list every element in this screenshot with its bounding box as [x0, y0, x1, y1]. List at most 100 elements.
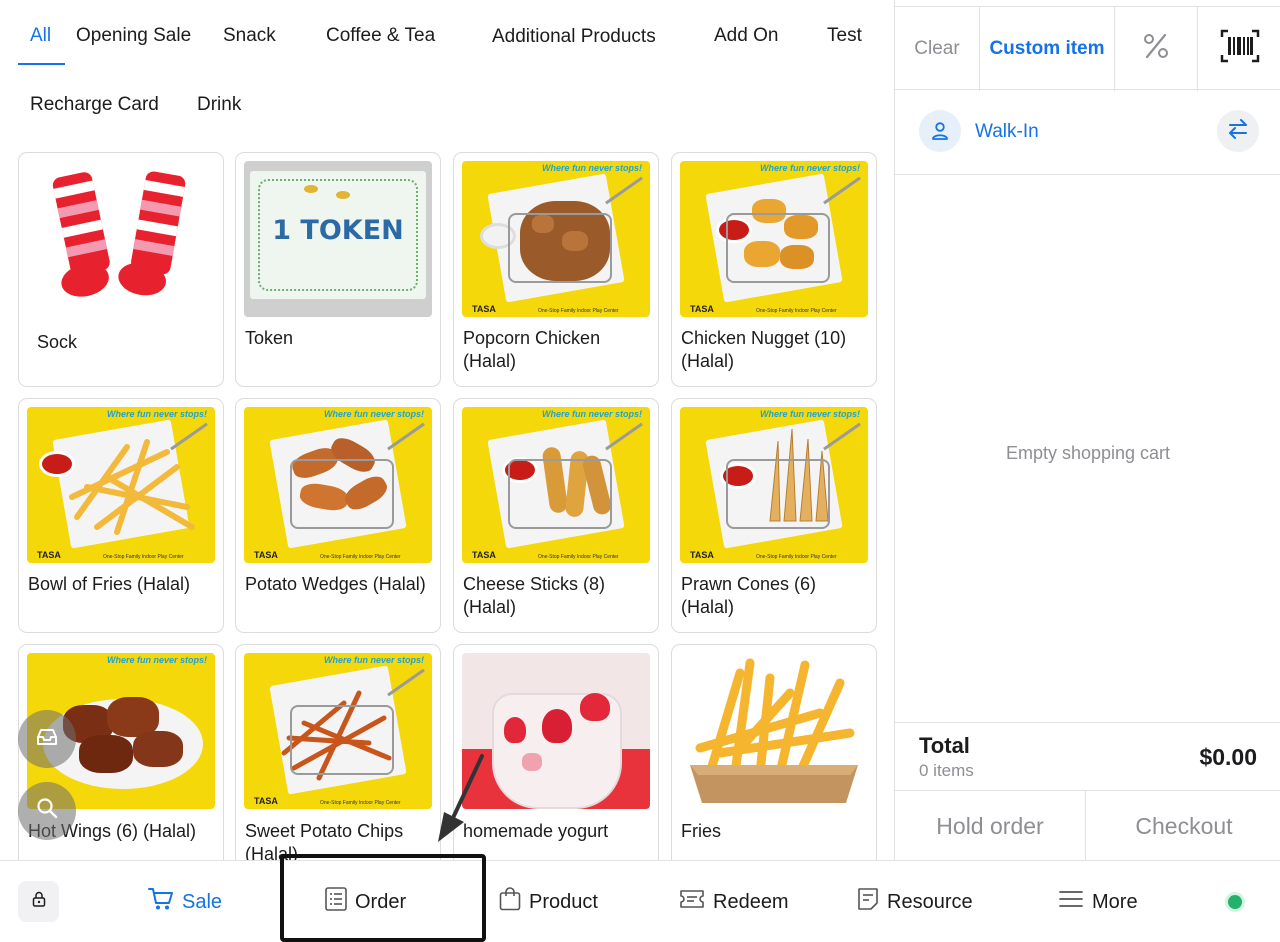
- token-image: 1 TOKEN: [244, 161, 432, 317]
- nav-order-label: Order: [355, 890, 407, 913]
- cart-total: Total 0 items $0.00: [895, 722, 1280, 790]
- image-fine-print: One-Stop Family Indoor Play Center: [756, 554, 837, 560]
- product-name: Potato Wedges (Halal): [245, 574, 426, 594]
- tab-additional-products[interactable]: Additional Products: [492, 26, 656, 48]
- image-brand: TASA: [690, 304, 714, 314]
- product-name: homemade yogurt: [463, 821, 609, 841]
- lock-icon: [32, 891, 46, 912]
- product-card-sock[interactable]: Sock: [18, 152, 224, 387]
- product-name: Fries: [681, 821, 721, 841]
- product-card-bowl-of-fries[interactable]: Where fun never stops! TASA One-Stop Fam…: [18, 398, 224, 633]
- drawer-button[interactable]: [18, 710, 76, 768]
- discount-button[interactable]: [1115, 7, 1197, 91]
- image-fine-print: One-Stop Family Indoor Play Center: [103, 554, 184, 560]
- tab-all[interactable]: All: [30, 25, 51, 47]
- chicken-nugget-image: Where fun never stops! TASA One-Stop Fam…: [680, 161, 868, 317]
- nav-more-label: More: [1092, 890, 1138, 913]
- product-card-token[interactable]: 1 TOKEN Token: [235, 152, 441, 387]
- barcode-scan-button[interactable]: [1198, 7, 1280, 91]
- fries-basket-image: Where fun never stops! TASA One-Stop Fam…: [27, 407, 215, 563]
- image-slogan: Where fun never stops!: [323, 655, 424, 665]
- shopping-bag-icon: [499, 887, 521, 917]
- image-slogan: Where fun never stops!: [759, 163, 860, 173]
- search-button[interactable]: [18, 782, 76, 840]
- product-name: Chicken Nugget (10) (Halal): [681, 328, 847, 371]
- total-label: Total: [919, 733, 970, 758]
- empty-cart-message: Empty shopping cart: [1005, 443, 1171, 463]
- tab-opening-sale[interactable]: Opening Sale: [76, 25, 191, 47]
- nav-more[interactable]: More: [1058, 861, 1138, 942]
- switch-customer-button[interactable]: [1217, 110, 1259, 152]
- list-icon: [325, 887, 347, 917]
- items-count: 0 items: [919, 761, 974, 780]
- image-fine-print: One-Stop Family Indoor Play Center: [538, 554, 619, 560]
- hamburger-menu-icon: [1058, 890, 1084, 914]
- total-value: $0.00: [1199, 744, 1257, 770]
- image-slogan: Where fun never stops!: [106, 409, 207, 419]
- swap-arrows-icon: [1227, 118, 1249, 144]
- image-brand: TASA: [472, 304, 496, 314]
- tab-snack[interactable]: Snack: [223, 25, 276, 47]
- image-slogan: Where fun never stops!: [759, 409, 860, 419]
- checkout-button[interactable]: Checkout: [1087, 791, 1280, 861]
- image-fine-print: One-Stop Family Indoor Play Center: [320, 554, 401, 560]
- nav-sale-label: Sale: [182, 890, 223, 913]
- pos-screen: All Opening Sale Snack Coffee & Tea Addi…: [0, 0, 1280, 942]
- search-icon: [36, 797, 58, 825]
- product-name: Token: [245, 328, 294, 348]
- image-brand: TASA: [254, 796, 278, 806]
- image-slogan: Where fun never stops!: [541, 409, 642, 419]
- product-name: Prawn Cones (6) (Halal): [681, 574, 817, 617]
- hold-order-button[interactable]: Hold order: [895, 791, 1086, 861]
- nav-resource-label: Resource: [887, 890, 973, 913]
- product-card-chicken-nugget[interactable]: Where fun never stops! TASA One-Stop Fam…: [671, 152, 877, 387]
- image-fine-print: One-Stop Family Indoor Play Center: [320, 800, 401, 806]
- cart-toolbar: Clear Custom item: [895, 6, 1280, 91]
- fries-box-image: [680, 653, 868, 809]
- product-card-potato-wedges[interactable]: Where fun never stops! TASA One-Stop Fam…: [235, 398, 441, 633]
- yogurt-image: [462, 653, 650, 809]
- image-brand: TASA: [254, 550, 278, 560]
- online-status-indicator: [1228, 895, 1242, 909]
- cart-panel: Clear Custom item Walk-In Empty shopping…: [894, 0, 1280, 861]
- image-brand: TASA: [472, 550, 496, 560]
- customer-name[interactable]: Walk-In: [975, 121, 1039, 143]
- nav-redeem[interactable]: Redeem: [679, 861, 789, 942]
- tray-icon: [36, 726, 58, 752]
- lock-button[interactable]: [18, 881, 59, 922]
- product-name: Bowl of Fries (Halal): [28, 574, 191, 594]
- tab-test[interactable]: Test: [827, 25, 862, 47]
- clear-button[interactable]: Clear: [895, 7, 979, 91]
- product-name: Sock: [37, 332, 78, 352]
- token-image-text: 1 TOKEN: [272, 215, 404, 246]
- cheese-sticks-image: Where fun never stops! TASA One-Stop Fam…: [462, 407, 650, 563]
- nav-sale[interactable]: Sale: [148, 861, 222, 942]
- sock-image: [27, 161, 215, 317]
- nav-product[interactable]: Product: [499, 861, 598, 942]
- product-card-sweet-potato-chips[interactable]: Where fun never stops! TASA One-Stop Fam…: [235, 644, 441, 860]
- product-name: Popcorn Chicken (Halal): [463, 328, 601, 371]
- tab-add-on[interactable]: Add On: [714, 25, 778, 47]
- bottom-nav: Sale Order Product Redeem Resource More: [0, 860, 1280, 942]
- product-card-prawn-cones[interactable]: Where fun never stops! TASA One-Stop Fam…: [671, 398, 877, 633]
- barcode-icon: [1220, 29, 1260, 69]
- product-card-homemade-yogurt[interactable]: homemade yogurt: [453, 644, 659, 860]
- potato-wedges-image: Where fun never stops! TASA One-Stop Fam…: [244, 407, 432, 563]
- image-slogan: Where fun never stops!: [323, 409, 424, 419]
- product-card-popcorn-chicken[interactable]: Where fun never stops! TASA One-Stop Fam…: [453, 152, 659, 387]
- popcorn-chicken-image: Where fun never stops! TASA One-Stop Fam…: [462, 161, 650, 317]
- nav-redeem-label: Redeem: [713, 890, 789, 913]
- tab-drink[interactable]: Drink: [197, 94, 241, 116]
- nav-resource[interactable]: Resource: [857, 861, 973, 942]
- custom-item-button[interactable]: Custom item: [980, 7, 1114, 91]
- tab-recharge-card[interactable]: Recharge Card: [30, 94, 159, 116]
- product-name: Sweet Potato Chips (Halal): [245, 821, 404, 860]
- nav-order[interactable]: Order: [325, 861, 406, 942]
- ticket-icon: [679, 888, 705, 916]
- percent-icon: [1141, 31, 1171, 67]
- tab-coffee-tea[interactable]: Coffee & Tea: [326, 25, 435, 47]
- product-card-fries[interactable]: Fries: [671, 644, 877, 860]
- image-fine-print: One-Stop Family Indoor Play Center: [756, 308, 837, 314]
- customer-row[interactable]: Walk-In: [895, 90, 1280, 175]
- product-card-cheese-sticks[interactable]: Where fun never stops! TASA One-Stop Fam…: [453, 398, 659, 633]
